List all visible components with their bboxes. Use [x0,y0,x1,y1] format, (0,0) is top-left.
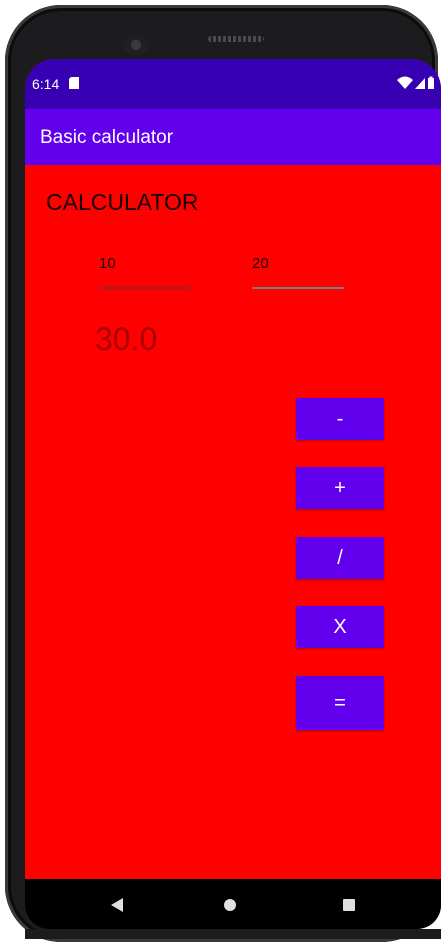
status-icons [397,76,434,89]
calculator-heading: CALCULATOR [46,189,199,215]
sim-card-icon [69,77,79,89]
status-bar: 6:14 [25,59,441,109]
front-camera [123,35,149,55]
status-time: 6:14 [32,76,60,92]
navigation-bar [25,879,441,929]
divide-button[interactable]: / [296,537,384,579]
app-bar: Basic calculator [25,109,441,165]
back-icon[interactable] [108,896,126,914]
phone-bottom-bezel [25,929,441,939]
first-number-input[interactable]: 10 [99,247,191,289]
add-button[interactable]: + [296,467,384,509]
recents-icon[interactable] [340,896,358,914]
earpiece-speaker [208,36,264,42]
second-number-value: 20 [252,255,269,272]
home-icon[interactable] [221,896,239,914]
battery-icon [428,76,434,89]
second-number-input[interactable]: 20 [252,247,344,289]
wifi-icon [397,76,413,89]
equals-button[interactable]: = [296,676,384,730]
multiply-button[interactable]: X [296,606,384,648]
subtract-button[interactable]: - [296,398,384,440]
result-text: 30.0 [95,321,158,357]
app-title: Basic calculator [40,127,174,148]
signal-icon [415,78,425,89]
phone-screen: 6:14 Basic calculator CALCULATOR 10 20 3… [25,59,441,929]
first-number-value: 10 [99,255,116,272]
